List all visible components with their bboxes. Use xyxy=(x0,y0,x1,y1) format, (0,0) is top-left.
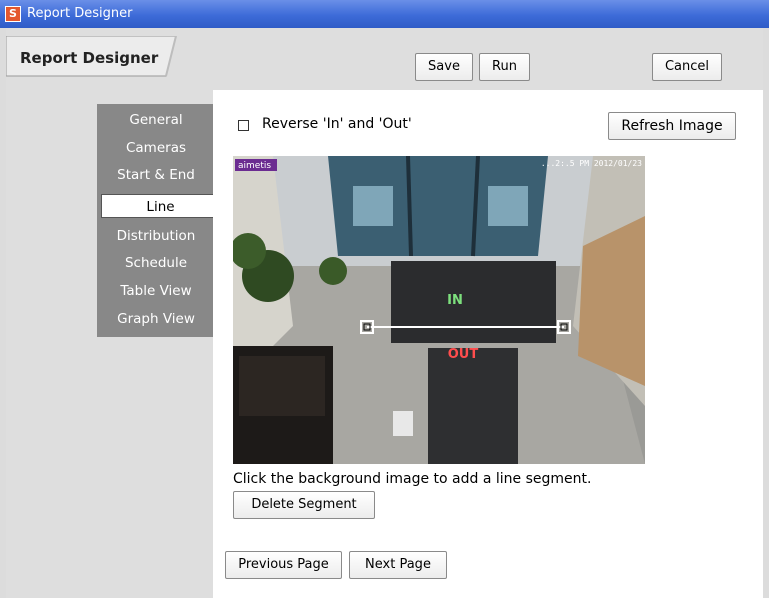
previous-page-button[interactable]: Previous Page xyxy=(225,551,342,579)
header-tab-label: Report Designer xyxy=(20,49,159,67)
refresh-image-button[interactable]: Refresh Image xyxy=(608,112,736,140)
nav-item-graph-view[interactable]: Graph View xyxy=(97,307,215,331)
cancel-button[interactable]: Cancel xyxy=(652,53,722,81)
reverse-in-out-checkbox[interactable] xyxy=(238,120,249,131)
line-settings-panel: Reverse 'In' and 'Out' Refresh Image IN … xyxy=(213,90,763,598)
window-title: Report Designer xyxy=(27,6,133,21)
app-icon: S xyxy=(5,6,21,22)
camera-scene[interactable]: IN OUT aimetis ...2:.5 PM 2012/01/23 xyxy=(233,156,645,464)
nav-item-table-view[interactable]: Table View xyxy=(97,279,215,303)
window-titlebar: S Report Designer xyxy=(0,0,769,28)
header-tab: Report Designer xyxy=(6,36,182,82)
out-label: OUT xyxy=(448,347,479,362)
camera-logo: aimetis xyxy=(238,161,271,171)
nav-item-start-end[interactable]: Start & End xyxy=(97,163,215,187)
nav-item-general[interactable]: General xyxy=(97,108,215,132)
nav-item-line[interactable]: Line xyxy=(101,194,219,218)
delete-segment-button[interactable]: Delete Segment xyxy=(233,491,375,519)
wizard-nav: General Cameras Start & End Line Distrib… xyxy=(97,104,219,337)
save-button[interactable]: Save xyxy=(415,53,473,81)
nav-item-schedule[interactable]: Schedule xyxy=(97,251,215,275)
line-hint-text: Click the background image to add a line… xyxy=(233,471,592,487)
nav-item-distribution[interactable]: Distribution xyxy=(97,224,215,248)
report-designer-frame: Report Designer Save Run Cancel General … xyxy=(6,28,763,598)
camera-image[interactable]: IN OUT aimetis ...2:.5 PM 2012/01/23 xyxy=(233,156,645,464)
next-page-button[interactable]: Next Page xyxy=(349,551,447,579)
reverse-in-out-label: Reverse 'In' and 'Out' xyxy=(262,116,412,132)
camera-timestamp: ...2:.5 PM 2012/01/23 xyxy=(541,159,642,168)
nav-item-cameras[interactable]: Cameras xyxy=(97,136,215,160)
in-label: IN xyxy=(447,293,463,308)
run-button[interactable]: Run xyxy=(479,53,530,81)
